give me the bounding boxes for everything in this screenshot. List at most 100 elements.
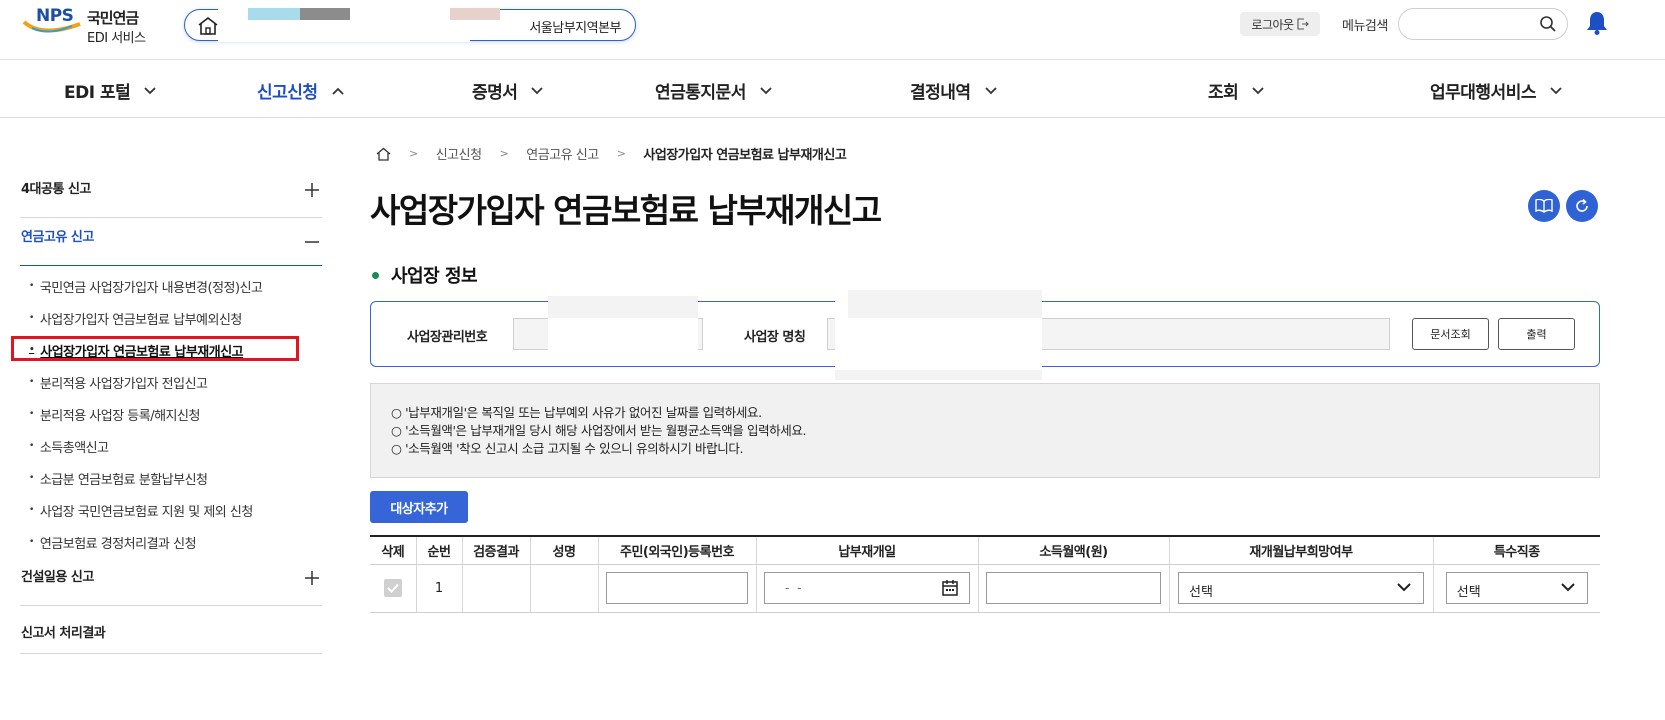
top-header: NPS 국민연금 EDI 서비스 서울남부지역본부 로그아웃 메뉴검색 <box>0 0 1665 60</box>
bell-icon[interactable] <box>1585 10 1609 36</box>
lnb-subitem[interactable]: 사업장가입자 연금보험료 납부예외신청 <box>20 302 322 334</box>
gnb-item-decision[interactable]: 결정내역 <box>910 78 997 103</box>
home-icon[interactable] <box>376 147 391 161</box>
breadcrumb-item[interactable]: 신고신청 <box>436 144 482 163</box>
refresh-button[interactable] <box>1566 190 1598 222</box>
left-nav: 4대공통 신고 연금고유 신고 국민연금 사업장가입자 내용변경(정정)신고 사… <box>11 170 322 654</box>
breadcrumb-current: 사업장가입자 연금보험료 납부재개신고 <box>643 148 847 163</box>
lnb-group-common[interactable]: 4대공통 신고 <box>20 170 322 218</box>
lnb-subitem-label: 연금보험료 경정처리결과 신청 <box>39 536 197 552</box>
plus-icon[interactable] <box>304 570 320 586</box>
result-cell <box>462 564 531 613</box>
nps-logo[interactable]: NPS 국민연금 EDI 서비스 <box>22 4 152 48</box>
lnb-subitem[interactable]: 연금보험료 경정처리결과 신청 <box>20 526 322 558</box>
chevron-down-icon <box>144 86 156 94</box>
lnb-subitem[interactable]: 국민연금 사업장가입자 내용변경(정정)신고 <box>20 270 322 302</box>
mgmt-no-label: 사업장관리번호 <box>407 330 488 345</box>
menu-search-input[interactable] <box>1411 15 1536 33</box>
special-select[interactable]: 선택 <box>1445 572 1588 604</box>
gnb-label: 신고신청 <box>257 83 318 103</box>
search-icon[interactable] <box>1539 15 1557 33</box>
delete-cell <box>370 564 417 613</box>
lnb-group-pension[interactable]: 연금고유 신고 <box>20 218 322 266</box>
resume-date-field[interactable]: - - <box>764 572 970 604</box>
lnb-subitem-current[interactable]: 사업장가입자 연금보험료 납부재개신고 <box>11 334 322 366</box>
gnb-item-pension-notice[interactable]: 연금통지문서 <box>655 78 772 103</box>
lnb-subitem[interactable]: 분리적용 사업장 등록/해지신청 <box>20 398 322 430</box>
minus-icon[interactable] <box>304 234 320 250</box>
lnb-sub-list: 국민연금 사업장가입자 내용변경(정정)신고 사업장가입자 연금보험료 납부예외… <box>11 266 322 558</box>
book-icon <box>1535 199 1553 213</box>
gnb-label: 업무대행서비스 <box>1430 83 1536 103</box>
lnb-subitem-label: 분리적용 사업장 등록/해지신청 <box>39 408 201 424</box>
gnb-item-agency-service[interactable]: 업무대행서비스 <box>1430 78 1562 103</box>
redaction-mask <box>218 0 470 42</box>
breadcrumb-item[interactable]: 연금고유 신고 <box>526 144 599 163</box>
rrn-input[interactable] <box>606 572 748 604</box>
table-header-row: 삭제 순번 검증결과 성명 주민(외국인)등록번호 납부재개일 소득월액(원) … <box>370 535 1600 565</box>
col-header-seq: 순번 <box>416 535 463 565</box>
lnb-subitem-label: 국민연금 사업장가입자 내용변경(정정)신고 <box>39 280 263 296</box>
income-input[interactable] <box>986 572 1161 604</box>
logout-label: 로그아웃 <box>1251 17 1294 32</box>
notice-line: ○ '납부재개일'은 복직일 또는 납부예외 사유가 없어진 날짜를 입력하세요… <box>391 405 762 420</box>
lnb-group-title: 연금고유 신고 <box>21 230 94 245</box>
refresh-icon <box>1576 198 1588 212</box>
name-cell <box>530 564 599 613</box>
check-icon <box>387 583 399 593</box>
gnb-label: 증명서 <box>472 83 518 103</box>
chevron-down-icon <box>760 86 772 94</box>
chevron-down-icon <box>531 86 544 94</box>
gnb-item-certificate[interactable]: 증명서 <box>472 78 544 103</box>
gnb-item-report[interactable]: 신고신청 <box>257 78 344 103</box>
redaction-mask <box>848 290 1042 318</box>
special-cell: 선택 <box>1433 564 1600 613</box>
gnb-item-edi-portal[interactable]: EDI 포털 <box>64 78 156 103</box>
col-header-result: 검증결과 <box>462 535 531 565</box>
redaction-strip <box>248 8 300 20</box>
logout-button[interactable]: 로그아웃 <box>1240 12 1320 36</box>
hope-select[interactable]: 선택 <box>1178 572 1424 604</box>
delete-checkbox[interactable] <box>383 579 402 597</box>
lnb-subitem-label: 사업장가입자 연금보험료 납부예외신청 <box>39 312 243 328</box>
menu-search-box <box>1398 8 1568 40</box>
logout-icon <box>1297 18 1309 30</box>
chevron-down-icon <box>1561 583 1575 592</box>
doc-search-button[interactable]: 문서조회 <box>1412 318 1489 350</box>
add-target-button[interactable]: 대상자추가 <box>370 491 468 523</box>
lnb-subitem[interactable]: 소급분 연금보험료 분할납부신청 <box>20 462 322 494</box>
lnb-subitem[interactable]: 사업장 국민연금보험료 지원 및 제외 신청 <box>20 494 322 526</box>
lnb-group-construction[interactable]: 건설일용 신고 <box>20 558 322 606</box>
section-title: 사업장 정보 <box>372 262 478 288</box>
target-table: 삭제 순번 검증결과 성명 주민(외국인)등록번호 납부재개일 소득월액(원) … <box>370 535 1600 613</box>
calendar-icon[interactable] <box>941 579 959 597</box>
menu-search-label: 메뉴검색 <box>1342 19 1388 34</box>
highlight-box <box>11 336 299 361</box>
lnb-subitem[interactable]: 분리적용 사업장가입자 전입신고 <box>20 366 322 398</box>
chevron-down-icon <box>984 86 997 94</box>
section-bullet <box>372 271 379 279</box>
resume-date-cell: - - <box>756 564 979 613</box>
manual-button[interactable] <box>1528 190 1560 222</box>
redaction-strip <box>300 8 350 20</box>
lnb-subitem-label: 분리적용 사업장가입자 전입신고 <box>39 376 208 392</box>
breadcrumb-separator: > <box>499 147 509 160</box>
lnb-group-result[interactable]: 신고서 처리결과 <box>20 606 322 654</box>
print-button[interactable]: 출력 <box>1498 318 1575 350</box>
lnb-subitem[interactable]: 소득총액신고 <box>20 430 322 462</box>
col-header-hope: 재개월납부희망여부 <box>1169 535 1434 565</box>
seq-cell: 1 <box>416 564 463 613</box>
gnb-label: 결정내역 <box>910 83 971 103</box>
logo-service: EDI 서비스 <box>87 31 146 46</box>
lnb-subitem-label: 사업장 국민연금보험료 지원 및 제외 신청 <box>39 504 253 520</box>
lnb-group-title: 건설일용 신고 <box>21 570 94 585</box>
notice-box: ○ '납부재개일'은 복직일 또는 납부예외 사유가 없어진 날짜를 입력하세요… <box>370 383 1600 478</box>
redaction-mask <box>548 296 698 318</box>
lnb-subitem-label: 소급분 연금보험료 분할납부신청 <box>39 472 208 488</box>
resume-date-value: - - <box>785 581 804 595</box>
gnb-item-inquiry[interactable]: 조회 <box>1208 78 1264 103</box>
plus-icon[interactable] <box>304 182 320 198</box>
breadcrumb-separator: > <box>409 147 418 160</box>
building-icon <box>198 16 218 35</box>
chevron-up-icon <box>331 87 344 95</box>
